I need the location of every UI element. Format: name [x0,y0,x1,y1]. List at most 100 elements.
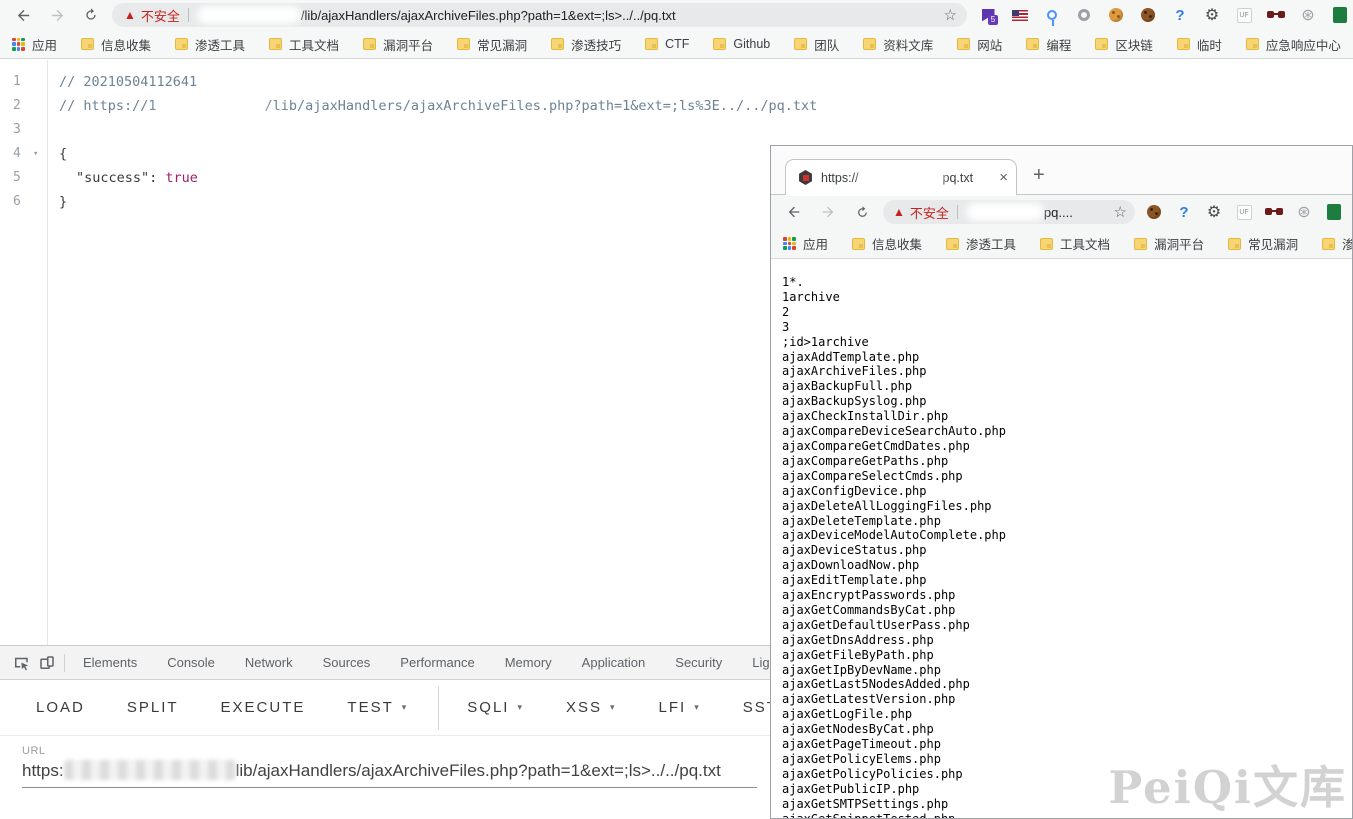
apps-button[interactable]: 应用 [783,234,828,253]
bookmark-folder[interactable]: Github [713,35,770,54]
forward-button[interactable] [44,2,70,28]
hackbar-button[interactable]: LOAD [36,699,85,716]
green-extension-icon[interactable] [1325,203,1343,221]
devtools-tab[interactable]: Application [582,655,646,670]
hackbar-dropdown-button[interactable]: TEST▾ [347,699,408,716]
bookmark-folder[interactable]: 临时 [1177,35,1222,54]
question-extension-icon[interactable]: ? [1171,6,1189,24]
bookmark-star-icon[interactable]: ☆ [1114,203,1127,221]
bookmark-folder[interactable]: 漏洞平台 [363,35,433,54]
tab-close-icon[interactable]: × [993,169,1008,186]
devtools-tab[interactable]: Sources [323,655,371,670]
hackbar-dropdown-button[interactable]: SQLI▾ [467,699,524,716]
question-extension-icon[interactable]: ? [1175,203,1193,221]
reload-button[interactable] [78,2,104,28]
gear-extension-icon[interactable]: ⚙ [1203,6,1221,24]
fold-caret-icon[interactable]: ▾ [33,142,38,166]
file-list-line: ajaxGetLast5NodesAdded.php [782,677,1352,692]
folder-icon [175,38,188,50]
bookmark-folder[interactable]: 资料文库 [863,35,933,54]
cookie-dark-extension-icon[interactable] [1139,6,1157,24]
bookmark-folder[interactable]: CTF [645,35,689,54]
bookmark-folder-list: 信息收集 渗透工具 工具文档 漏洞平台 [81,35,1353,54]
asterisk-extension-icon[interactable]: ⊛ [1295,203,1313,221]
hackbar-button[interactable]: SPLIT [127,699,179,716]
popup-back-button[interactable] [781,199,807,225]
folder-icon [81,38,94,50]
file-list-line: 1*. [782,275,1352,290]
popup-url-bar[interactable]: ▲ 不安全 pq.... ☆ [883,200,1135,224]
cookie-extension-icon[interactable] [1107,6,1125,24]
location-pin-extension-icon[interactable] [1043,6,1061,24]
main-url-bar[interactable]: ▲ 不安全 /lib/ajaxHandlers/ajaxArchiveFiles… [112,3,967,27]
hackbar-dropdown-button[interactable]: XSS▾ [566,699,617,716]
main-bookmarks-bar: 应用 信息收集 渗透工具 工具文档 [0,30,1353,58]
file-list-line: ajaxGetLatestVersion.php [782,692,1352,707]
bookmark-folder[interactable]: 团队 [794,35,839,54]
hackbar-glasses-extension-icon[interactable] [1265,203,1283,221]
popup-reload-button[interactable] [849,199,875,225]
devtools-tab[interactable]: Security [675,655,722,670]
uf-extension-icon[interactable]: UF [1235,6,1253,24]
hackbar-button[interactable]: EXECUTE [221,699,306,716]
folder-icon [1134,238,1147,250]
cookie-dark-extension-icon[interactable] [1145,203,1163,221]
popup-active-tab[interactable]: https://pq.txt × [785,159,1017,195]
bookmark-folder[interactable]: 工具文档 [1040,234,1110,253]
gear-extension-icon[interactable]: ⚙ [1205,203,1223,221]
hackbar-divider [438,686,439,730]
bookmark-folder[interactable]: 常见漏洞 [457,35,527,54]
uf-extension-icon[interactable]: UF [1235,203,1253,221]
file-list: 1*.1archive23;id>1archiveajaxAddTemplate… [782,275,1352,818]
hackbar-dropdown-button[interactable]: LFI▾ [659,699,701,716]
popup-forward-button[interactable] [815,199,841,225]
bookmark-folder[interactable]: 渗透技巧 [1322,234,1352,253]
file-list-line: ajaxConfigDevice.php [782,484,1352,499]
hackbar-plain-buttons: LOAD SPLIT EXECUTE [36,699,347,716]
green-extension-icon[interactable] [1331,6,1349,24]
bookmark-star-icon[interactable]: ☆ [944,6,957,24]
hackbar-glasses-extension-icon[interactable] [1267,6,1285,24]
code-line-3: 3 [0,118,1353,142]
device-toolbar-icon[interactable] [34,651,60,675]
devtools-tab[interactable]: Performance [400,655,474,670]
devtools-tab[interactable]: Elements [83,655,137,670]
file-list-line: ajaxDeviceStatus.php [782,543,1352,558]
bookmark-folder[interactable]: 区块链 [1095,35,1153,54]
bookmark-folder[interactable]: 信息收集 [81,35,151,54]
ring-extension-icon[interactable] [1075,6,1093,24]
file-list-line: 3 [782,320,1352,335]
bookmark-folder[interactable]: 应急响应中心 [1246,35,1341,54]
inspect-element-icon[interactable] [8,651,34,675]
folder-icon [645,38,658,50]
file-list-line: ajaxEditTemplate.php [782,573,1352,588]
file-list-line: ajaxBackupFull.php [782,379,1352,394]
hackbar-dropdowns-left: TEST▾ [347,699,450,716]
devtools-tab[interactable]: Network [245,655,293,670]
not-secure-label[interactable]: 不安全 [910,203,949,222]
devtools-tab[interactable]: Console [167,655,215,670]
us-flag-extension-icon[interactable] [1011,6,1029,24]
asterisk-extension-icon[interactable]: ⊛ [1299,6,1317,24]
bookmark-folder[interactable]: 渗透技巧 [551,35,621,54]
bookmark-folder[interactable]: 渗透工具 [175,35,245,54]
apps-button[interactable]: 应用 [12,35,57,54]
back-button[interactable] [10,2,36,28]
bookmark-folder[interactable]: 工具文档 [269,35,339,54]
new-tab-button[interactable]: + [1033,164,1045,187]
file-list-line: ajaxDeleteTemplate.php [782,514,1352,529]
popup-tab-strip: https://pq.txt × + [771,146,1352,195]
main-url-text: /lib/ajaxHandlers/ajaxArchiveFiles.php?p… [301,8,676,23]
bookmark-folder[interactable]: 常见漏洞 [1228,234,1298,253]
popup-browser-window: https://pq.txt × + ▲ 不安全 pq.... ☆ [770,145,1353,819]
bookmark-folder[interactable]: 编程 [1026,35,1071,54]
folder-icon [1026,38,1039,50]
not-secure-label[interactable]: 不安全 [141,6,180,25]
bookmark-folder[interactable]: 渗透工具 [946,234,1016,253]
redacted-host-blur [859,171,943,185]
bookmark-folder[interactable]: 网站 [957,35,1002,54]
bookmark-stack-extension-icon[interactable]: 5 [979,6,997,24]
devtools-tab[interactable]: Memory [505,655,552,670]
bookmark-folder[interactable]: 漏洞平台 [1134,234,1204,253]
bookmark-folder[interactable]: 信息收集 [852,234,922,253]
